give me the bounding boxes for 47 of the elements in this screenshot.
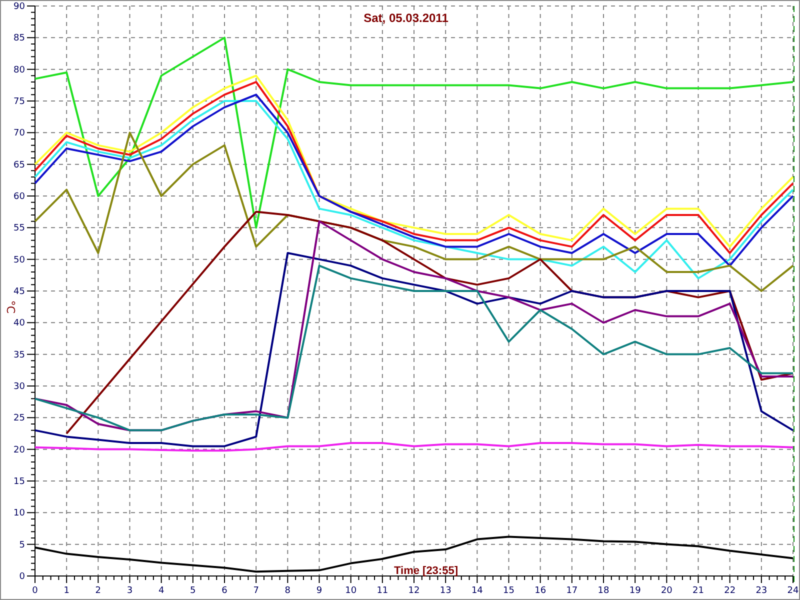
x-tick-label: 19	[629, 586, 641, 596]
x-tick-label: 1	[64, 586, 70, 596]
x-tick-label: 17	[566, 586, 578, 596]
y-tick-label: 35	[14, 350, 25, 360]
x-tick-label: 16	[534, 586, 546, 596]
x-tick-label: 13	[440, 586, 452, 596]
x-tick-label: 20	[660, 586, 672, 596]
y-tick-label: 85	[14, 34, 25, 44]
x-tick-label: 7	[253, 586, 259, 596]
x-tick-label: 24	[787, 586, 799, 596]
x-tick-label: 0	[32, 586, 38, 596]
y-tick-label: 20	[14, 445, 25, 456]
y-tick-label: 25	[14, 414, 25, 424]
x-tick-label: 18	[598, 586, 610, 596]
y-axis-title: °C	[4, 300, 17, 314]
y-tick-label: 80	[14, 65, 25, 76]
y-tick-label: 10	[14, 508, 25, 519]
x-tick-label: 2	[95, 586, 102, 596]
y-tick-label: 15	[14, 477, 25, 487]
x-tick-label: 14	[471, 586, 483, 596]
y-tick-label: 30	[14, 382, 25, 392]
x-tick-label: 9	[316, 586, 322, 596]
x-tick-label: 12	[408, 586, 420, 596]
x-tick-label: 22	[724, 586, 736, 596]
x-tick-label: 11	[376, 586, 388, 596]
y-tick-label: 65	[14, 160, 25, 170]
x-tick-label: 8	[284, 586, 291, 596]
y-tick-label: 0	[19, 572, 25, 582]
y-tick-label: 70	[14, 128, 25, 139]
x-tick-label: 21	[692, 586, 704, 596]
x-tick-label: 5	[190, 586, 196, 596]
y-tick-label: 5	[19, 540, 25, 550]
chart-title: Sat, 05.03.2011	[364, 11, 448, 25]
y-tick-label: 55	[14, 224, 25, 234]
y-tick-label: 45	[14, 287, 25, 297]
x-tick-label: 10	[345, 586, 357, 596]
x-axis-title: Time [23:55]	[394, 565, 458, 577]
y-tick-label: 50	[14, 255, 25, 266]
y-tick-label: 90	[14, 2, 25, 12]
y-tick-label: 60	[14, 192, 25, 202]
x-tick-label: 3	[126, 586, 133, 596]
x-tick-label: 23	[756, 586, 768, 596]
y-tick-label: 75	[14, 97, 25, 107]
y-tick-label: 40	[14, 318, 25, 329]
x-tick-label: 15	[503, 586, 514, 596]
x-tick-label: 4	[158, 586, 164, 596]
x-tick-label: 6	[222, 586, 228, 596]
